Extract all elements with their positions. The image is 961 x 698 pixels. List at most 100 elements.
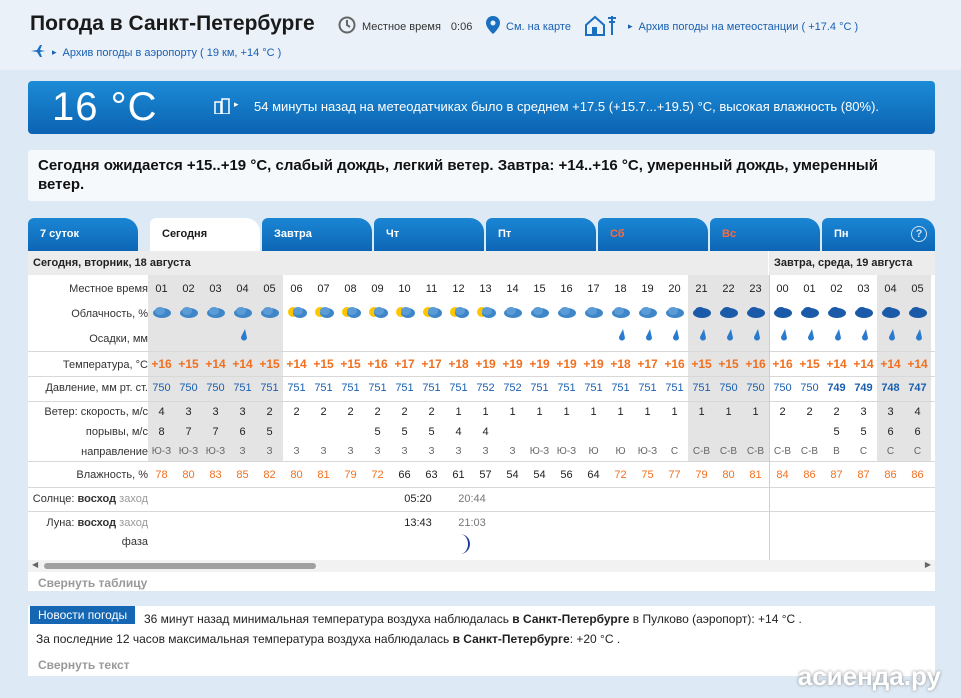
cloud-icon: [313, 303, 335, 321]
airport-archive-link[interactable]: ▸ Архив погоды в аэропорту ( 19 км, +14 …: [30, 44, 281, 61]
scrollbar-thumb[interactable]: [44, 563, 316, 569]
wind-speed-cell: 4: [158, 406, 165, 418]
tab-today[interactable]: Сегодня: [150, 218, 260, 251]
rain-drop-icon: [618, 328, 626, 341]
wind-direction-cell: С-В: [746, 446, 765, 457]
tab-tomorrow[interactable]: Завтра: [262, 218, 372, 251]
humidity-cell: 84: [776, 469, 789, 481]
hour-cell: 15: [533, 283, 546, 295]
arrow-icon: ▸: [234, 99, 239, 109]
humidity-cell: 63: [425, 469, 438, 481]
hour-cell: 06: [290, 283, 303, 295]
cloud-icon: [718, 303, 740, 321]
collapse-table-button[interactable]: Свернуть таблицу: [38, 576, 147, 590]
news-line-1-text-a: 36 минут назад минимальная температура в…: [144, 612, 513, 626]
scroll-left-icon[interactable]: ◀: [32, 560, 38, 569]
wind-direction-cell: З: [509, 446, 516, 457]
temperature-cell: +14: [232, 357, 253, 371]
wind-direction-cell: Ю-З: [529, 446, 550, 457]
wind-direction-cell: З: [239, 446, 246, 457]
row-divider: [28, 511, 935, 512]
wind-direction-cell: Ю: [615, 446, 626, 457]
hour-cell: 02: [830, 283, 843, 295]
day-header-today: Сегодня, вторник, 18 августа: [28, 251, 768, 275]
map-link-text[interactable]: См. на карте: [506, 21, 571, 33]
pressure-cell: 751: [665, 382, 684, 394]
rain-drop-icon: [753, 328, 761, 341]
wind-gust-cell: 5: [266, 426, 273, 438]
hour-cell: 13: [479, 283, 492, 295]
map-link[interactable]: См. на карте: [486, 16, 571, 37]
rain-drop-icon: [672, 328, 680, 341]
wind-gust-cell: 6: [887, 426, 894, 438]
wind-direction-cell: З: [428, 446, 435, 457]
temperature-cell: +15: [691, 357, 712, 371]
tab-fri[interactable]: Пт: [486, 218, 596, 251]
cloud-icon: [826, 303, 848, 321]
temperature-cell: +19: [556, 357, 577, 371]
cloud-icon: [259, 303, 281, 321]
wind-speed-cell: 1: [536, 406, 543, 418]
wind-gust-cell: 5: [833, 426, 840, 438]
pressure-cell: 748: [881, 382, 900, 394]
tab-sun[interactable]: Вс: [710, 218, 820, 251]
hour-cell: 16: [560, 283, 573, 295]
cloud-icon: [799, 303, 821, 321]
news-line-1-text-b: в Пулково (аэропорт): +14 °С .: [629, 612, 802, 626]
station-archive-text[interactable]: Архив погоды на метеостанции ( +17.4 °С …: [639, 21, 859, 33]
pressure-cell: 750: [773, 382, 792, 394]
sun-label: Солнце:: [32, 493, 75, 505]
tab-sat[interactable]: Сб: [598, 218, 708, 251]
rain-drop-icon: [780, 328, 788, 341]
hour-cell: 18: [614, 283, 627, 295]
current-weather-panel: 16 °C ▸ 54 минуты назад на метеодатчиках…: [28, 81, 935, 134]
wind-gust-cell: 5: [374, 426, 381, 438]
row-label-temp: Температура, °С: [62, 359, 148, 371]
pressure-cell: 751: [611, 382, 630, 394]
wind-gust-cell: 6: [914, 426, 921, 438]
hour-cell: 03: [857, 283, 870, 295]
rain-drop-icon: [915, 328, 923, 341]
pressure-cell: 750: [746, 382, 765, 394]
cloud-icon: [421, 303, 443, 321]
row-divider: [28, 351, 935, 352]
tab-7-days[interactable]: 7 суток: [28, 218, 138, 251]
day-tabs: 7 суток Сегодня Завтра Чт Пт Сб Вс Пн ?: [28, 218, 935, 251]
tab-thu[interactable]: Чт: [374, 218, 484, 251]
pressure-cell: 751: [692, 382, 711, 394]
wind-direction-cell: Ю-З: [151, 446, 172, 457]
watermark-logo: асиенда.ру: [797, 661, 941, 691]
pressure-cell: 749: [827, 382, 846, 394]
station-archive-link[interactable]: ▸ Архив погоды на метеостанции ( +17.4 °…: [584, 14, 858, 39]
sunrise-time: 05:20: [404, 493, 432, 505]
help-icon[interactable]: ?: [911, 226, 927, 242]
tab-mon[interactable]: Пн ?: [822, 218, 935, 251]
humidity-cell: 80: [722, 469, 735, 481]
scroll-right-icon[interactable]: ▶: [925, 560, 931, 569]
collapse-text-button[interactable]: Свернуть текст: [38, 658, 130, 672]
tab-mon-label: Пн: [834, 228, 849, 240]
wind-direction-cell: Ю-З: [205, 446, 226, 457]
temperature-cell: +15: [178, 357, 199, 371]
wind-speed-cell: 1: [725, 406, 732, 418]
cloud-icon: [286, 303, 308, 321]
wind-speed-cell: 1: [752, 406, 759, 418]
wind-speed-cell: 3: [185, 406, 192, 418]
airplane-icon: [30, 44, 46, 61]
wind-speed-cell: 3: [239, 406, 246, 418]
rain-drop-icon: [888, 328, 896, 341]
map-pin-icon: [486, 16, 500, 37]
cloud-icon: [880, 303, 902, 321]
row-label-wind: Ветер: скорость, м/с: [44, 406, 148, 418]
row-label-precip: Осадки, мм: [89, 333, 148, 345]
humidity-cell: 78: [155, 469, 168, 481]
hour-cell: 02: [182, 283, 195, 295]
sunset-label: заход: [119, 493, 148, 505]
wind-gust-cell: 5: [401, 426, 408, 438]
airport-archive-text[interactable]: Архив погоды в аэропорту ( 19 км, +14 °С…: [63, 47, 282, 59]
wind-speed-cell: 2: [779, 406, 786, 418]
wind-direction-cell: З: [347, 446, 354, 457]
temperature-cell: +14: [853, 357, 874, 371]
cloud-icon: [664, 303, 686, 321]
table-scrollbar[interactable]: ◀ ▶: [28, 560, 935, 572]
